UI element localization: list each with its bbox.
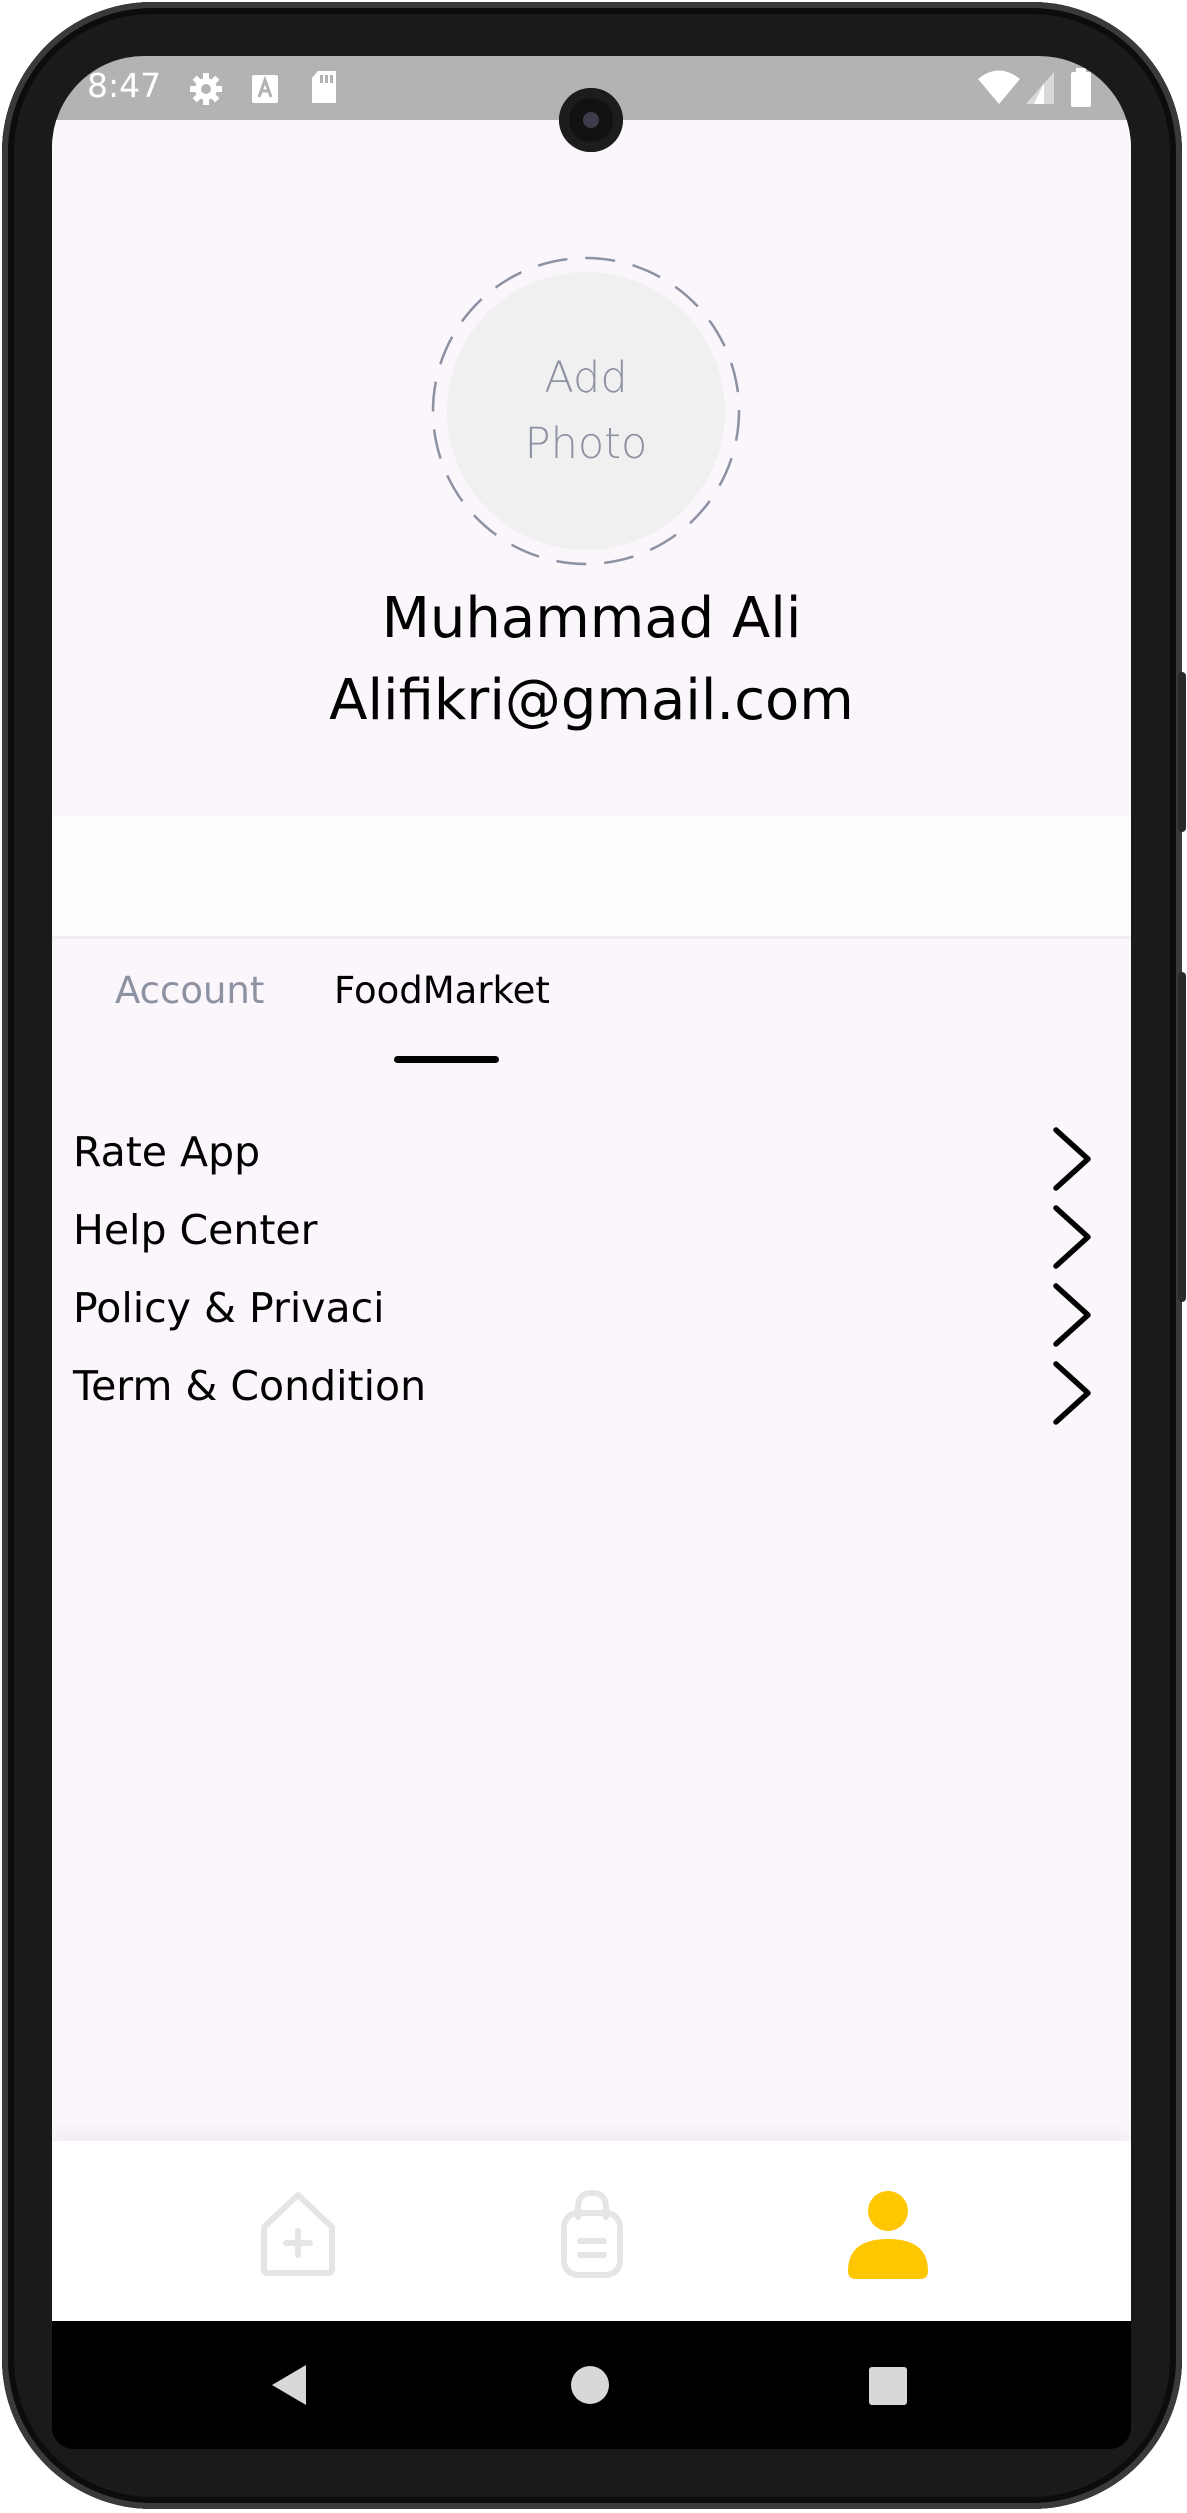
- phone-frame: Add Photo Muhammad Ali Alifikri@gmail.co…: [2, 2, 1186, 2509]
- menu-item-policy-privacy[interactable]: Policy & Privaci: [52, 1276, 1131, 1354]
- menu-item-term-condition[interactable]: Term & Condition: [52, 1354, 1131, 1432]
- tab-account[interactable]: Account: [115, 969, 264, 1012]
- chevron-right-icon: [1053, 1283, 1091, 1347]
- volume-button: [1178, 972, 1186, 1302]
- bottom-nav: [52, 2141, 1131, 2321]
- menu-item-label: Policy & Privaci: [73, 1284, 385, 1332]
- profile-icon[interactable]: [838, 2183, 938, 2283]
- menu-item-label: Term & Condition: [73, 1362, 427, 1410]
- user-email: Alifikri@gmail.com: [329, 668, 854, 733]
- chevron-right-icon: [1053, 1361, 1091, 1425]
- home-icon[interactable]: [248, 2183, 348, 2283]
- back-icon[interactable]: [268, 2363, 308, 2407]
- gear-icon: [190, 73, 222, 105]
- screen: Add Photo Muhammad Ali Alifikri@gmail.co…: [52, 56, 1131, 2449]
- chevron-right-icon: [1053, 1127, 1091, 1191]
- user-name: Muhammad Ali: [381, 586, 802, 651]
- menu-item-rate-app[interactable]: Rate App: [52, 1120, 1131, 1198]
- home-circle-icon[interactable]: [570, 2365, 610, 2405]
- active-tab-indicator: [394, 1056, 499, 1063]
- sdcard-icon: [312, 71, 336, 103]
- power-button: [1178, 672, 1186, 832]
- front-camera: [559, 88, 623, 152]
- tab-bar: Account FoodMarket: [52, 939, 1131, 1069]
- chevron-right-icon: [1053, 1205, 1091, 1269]
- avatar-placeholder: Add Photo: [447, 272, 725, 550]
- header-spacer: [52, 816, 1131, 939]
- status-time: 8:47: [87, 66, 162, 105]
- battery-icon: [1071, 68, 1091, 107]
- profile-header: Add Photo Muhammad Ali Alifikri@gmail.co…: [52, 120, 1131, 816]
- wifi-icon: [978, 70, 1020, 104]
- menu-item-label: Help Center: [73, 1206, 318, 1254]
- menu-item-help-center[interactable]: Help Center: [52, 1198, 1131, 1276]
- add-photo-label-line2: Photo: [524, 419, 648, 469]
- system-nav-bar: [52, 2321, 1131, 2449]
- add-photo-label-line1: Add: [544, 353, 628, 403]
- profile-page: Add Photo Muhammad Ali Alifikri@gmail.co…: [52, 120, 1131, 2205]
- menu-list: Rate App Help Center Policy & Privaci Te…: [52, 1120, 1131, 1432]
- order-bag-icon[interactable]: [542, 2183, 642, 2283]
- signal-icon: [1026, 72, 1054, 104]
- a-icon: [252, 75, 278, 103]
- menu-item-label: Rate App: [73, 1128, 261, 1176]
- recents-icon[interactable]: [868, 2366, 908, 2406]
- add-photo-button[interactable]: Add Photo: [431, 256, 741, 566]
- tab-foodmarket[interactable]: FoodMarket: [334, 969, 550, 1012]
